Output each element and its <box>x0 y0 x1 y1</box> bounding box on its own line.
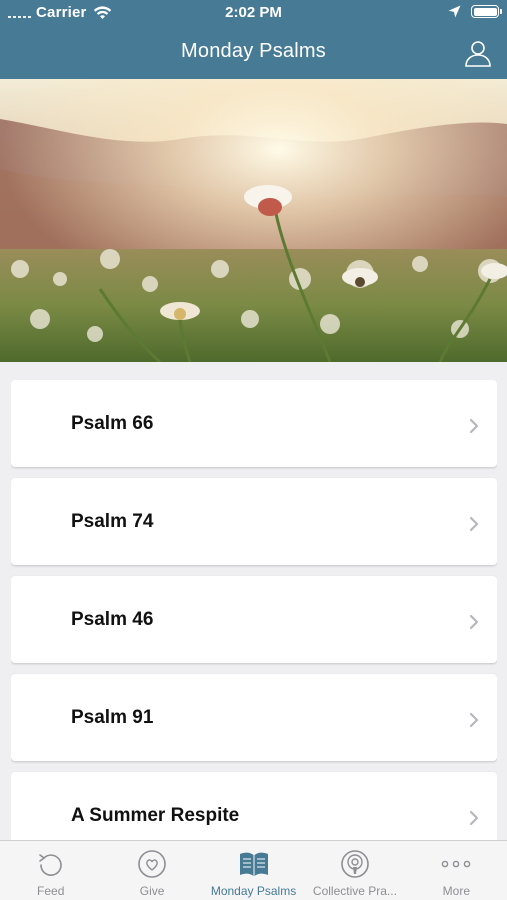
tab-label: Monday Psalms <box>210 884 297 898</box>
list-item-psalm-91[interactable]: Psalm 91 <box>11 674 497 761</box>
psalm-list: Psalm 66 Psalm 74 Psalm 46 Psalm 91 A Su… <box>11 380 497 840</box>
tab-label: Feed <box>37 884 65 898</box>
profile-button[interactable] <box>463 38 493 68</box>
status-bar: Carrier 2:02 PM <box>0 0 507 26</box>
list-item-a-summer-respite[interactable]: A Summer Respite <box>11 772 497 840</box>
list-item-label: Psalm 91 <box>71 707 154 728</box>
status-right <box>448 5 502 18</box>
chevron-right-icon <box>469 516 479 532</box>
list-item-label: Psalm 66 <box>71 413 154 434</box>
tab-more[interactable]: More <box>406 841 507 900</box>
podcast-icon <box>341 850 369 878</box>
header: Carrier 2:02 PM Monday Psalms <box>0 0 507 79</box>
tab-bar: Feed Give Monday Psalms Collective Pra..… <box>0 840 507 900</box>
tab-monday-psalms[interactable]: Monday Psalms <box>203 841 304 900</box>
chevron-right-icon <box>469 712 479 728</box>
list-item-psalm-66[interactable]: Psalm 66 <box>11 380 497 467</box>
chevron-right-icon <box>469 418 479 434</box>
status-time: 2:02 PM <box>225 4 282 21</box>
battery-icon <box>471 5 502 18</box>
tab-label: Collective Pra... <box>312 884 397 898</box>
meadow-flowers-image <box>0 79 507 362</box>
more-icon <box>442 860 471 868</box>
list-item-psalm-74[interactable]: Psalm 74 <box>11 478 497 565</box>
chevron-right-icon <box>469 614 479 630</box>
location-arrow-icon <box>448 5 461 18</box>
list-item-label: Psalm 46 <box>71 609 154 630</box>
tab-feed[interactable]: Feed <box>0 841 101 900</box>
tab-collective-prayer[interactable]: Collective Pra... <box>304 841 405 900</box>
person-icon <box>465 41 491 67</box>
tab-label: More <box>442 884 470 898</box>
tab-give[interactable]: Give <box>101 841 202 900</box>
heart-icon <box>138 850 166 878</box>
list-item-label: A Summer Respite <box>71 805 240 826</box>
list-item-label: Psalm 74 <box>71 511 154 532</box>
book-icon <box>239 852 268 876</box>
tab-label: Give <box>139 884 165 898</box>
refresh-icon <box>38 854 62 876</box>
list-item-psalm-46[interactable]: Psalm 46 <box>11 576 497 663</box>
chevron-right-icon <box>469 810 479 826</box>
page-title: Monday Psalms <box>181 40 326 62</box>
hero-image <box>0 79 507 362</box>
